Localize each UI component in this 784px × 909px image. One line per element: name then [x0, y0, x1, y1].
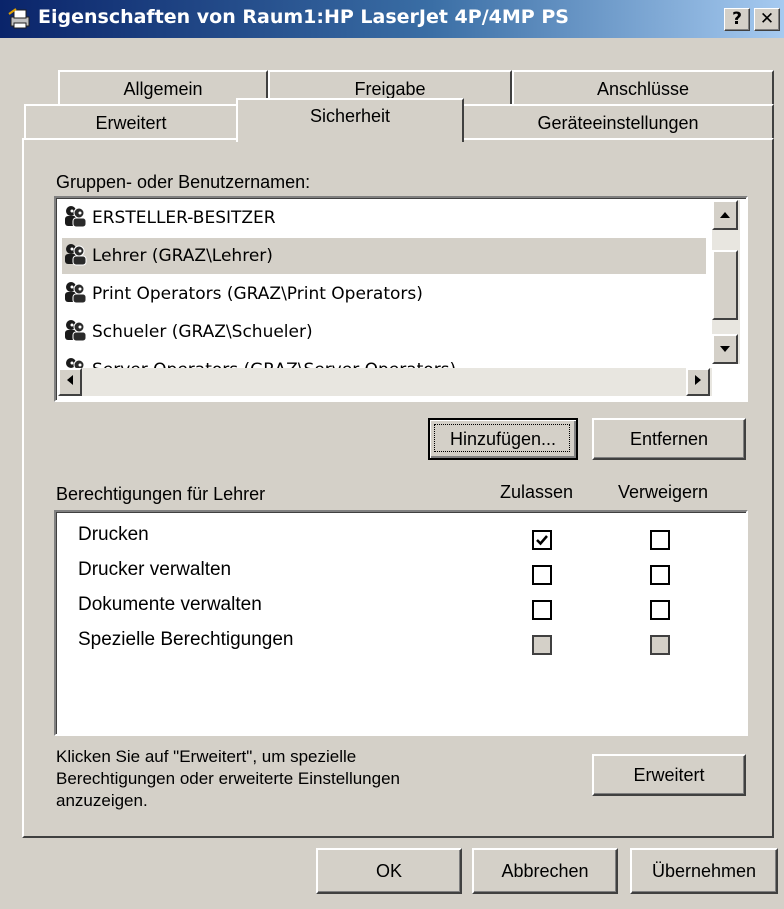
hint-line: Klicken Sie auf "Erweitert", um speziell…: [56, 747, 357, 766]
cancel-button[interactable]: Abbrechen: [472, 848, 618, 894]
deny-column-header: Verweigern: [618, 482, 709, 502]
user-group-icon: [62, 318, 88, 342]
horizontal-scrollbar[interactable]: [58, 368, 712, 396]
permission-row: Spezielle Berechtigungen: [78, 629, 746, 663]
remove-button[interactable]: Entfernen: [592, 418, 746, 460]
arrow-left-icon: [67, 375, 73, 385]
close-button[interactable]: ✕: [754, 8, 780, 31]
deny-checkbox[interactable]: [650, 530, 670, 550]
advanced-button-label: Erweitert: [633, 765, 705, 785]
deny-checkbox[interactable]: [650, 565, 670, 585]
hint-line: Berechtigungen oder erweiterte Einstellu…: [56, 769, 401, 788]
deny-checkbox[interactable]: [650, 600, 670, 620]
arrow-down-icon: [720, 346, 730, 352]
user-group-icon: [62, 204, 88, 228]
tab-label: Sicherheit: [309, 106, 391, 126]
tab-sicherheit[interactable]: Sicherheit: [236, 98, 464, 142]
allow-checkbox[interactable]: [532, 530, 552, 550]
cancel-button-label: Abbrechen: [501, 861, 589, 881]
permission-name: Drucken: [78, 524, 149, 545]
arrow-right-icon: [695, 375, 701, 385]
hint-text: Klicken Sie auf "Erweitert", um speziell…: [56, 746, 400, 812]
apply-button-label: Übernehmen: [651, 861, 757, 881]
list-item[interactable]: Schueler (GRAZ\Schueler): [62, 314, 706, 350]
tab-label: Anschlüsse: [596, 79, 690, 99]
permission-row: Drucken: [78, 524, 746, 558]
permissions-label: Berechtigungen für Lehrer: [56, 484, 266, 504]
arrow-up-icon: [720, 212, 730, 218]
groups-label: Gruppen- oder Benutzernamen:: [56, 172, 311, 192]
allow-checkbox[interactable]: [532, 600, 552, 620]
list-item-label: Lehrer (GRAZ\Lehrer): [92, 246, 273, 266]
user-group-icon: [62, 280, 88, 304]
permission-name: Drucker verwalten: [78, 559, 232, 580]
permission-row: Drucker verwalten: [78, 559, 746, 593]
tab-label: Allgemein: [123, 79, 203, 99]
allow-checkbox: [532, 635, 552, 655]
scroll-left-button[interactable]: [58, 368, 82, 396]
user-group-icon: [62, 242, 88, 266]
list-item-label: Schueler (GRAZ\Schueler): [92, 322, 313, 342]
scroll-down-button[interactable]: [712, 334, 738, 364]
hint-line: anzuzeigen.: [56, 791, 148, 810]
window-title: Eigenschaften von Raum1:HP LaserJet 4P/4…: [38, 6, 569, 28]
help-button[interactable]: ?: [724, 8, 750, 31]
list-item[interactable]: ERSTELLER-BESITZER: [62, 200, 706, 236]
allow-column-header: Zulassen: [500, 482, 574, 502]
deny-checkbox: [650, 635, 670, 655]
scroll-up-button[interactable]: [712, 200, 738, 230]
printer-icon: [8, 8, 30, 29]
advanced-button[interactable]: Erweitert: [592, 754, 746, 796]
scroll-thumb[interactable]: [712, 250, 738, 320]
apply-button[interactable]: Übernehmen: [630, 848, 778, 894]
permission-name: Dokumente verwalten: [78, 594, 262, 615]
title-bar[interactable]: Eigenschaften von Raum1:HP LaserJet 4P/4…: [0, 0, 784, 38]
tab-label: Erweitert: [95, 113, 167, 133]
tab-geraeteeinstellungen[interactable]: Geräteeinstellungen: [462, 104, 774, 140]
add-button[interactable]: Hinzufügen...: [428, 418, 578, 460]
groups-listbox[interactable]: ERSTELLER-BESITZER Lehrer (GRAZ\Lehrer) Pr…: [54, 196, 748, 402]
tab-erweitert[interactable]: Erweitert: [24, 104, 238, 140]
list-item-label: Print Operators (GRAZ\Print Operators): [92, 284, 423, 304]
permission-row: Dokumente verwalten: [78, 594, 746, 628]
list-item[interactable]: Print Operators (GRAZ\Print Operators): [62, 276, 706, 312]
remove-button-label: Entfernen: [629, 429, 709, 449]
focus-rect: [434, 424, 570, 452]
ok-button-label: OK: [375, 861, 402, 881]
list-item-label: ERSTELLER-BESITZER: [92, 208, 276, 228]
permission-name: Spezielle Berechtigungen: [78, 629, 294, 650]
ok-button[interactable]: OK: [316, 848, 462, 894]
tab-anschluesse[interactable]: Anschlüsse: [512, 70, 774, 104]
permissions-listbox[interactable]: Drucken Drucker verwalten Dokumente verwal…: [54, 510, 748, 736]
tab-label: Freigabe: [354, 79, 426, 99]
allow-checkbox[interactable]: [532, 565, 552, 585]
list-item[interactable]: Lehrer (GRAZ\Lehrer): [62, 238, 706, 274]
tab-label: Geräteeinstellungen: [537, 113, 699, 133]
scroll-right-button[interactable]: [686, 368, 710, 396]
